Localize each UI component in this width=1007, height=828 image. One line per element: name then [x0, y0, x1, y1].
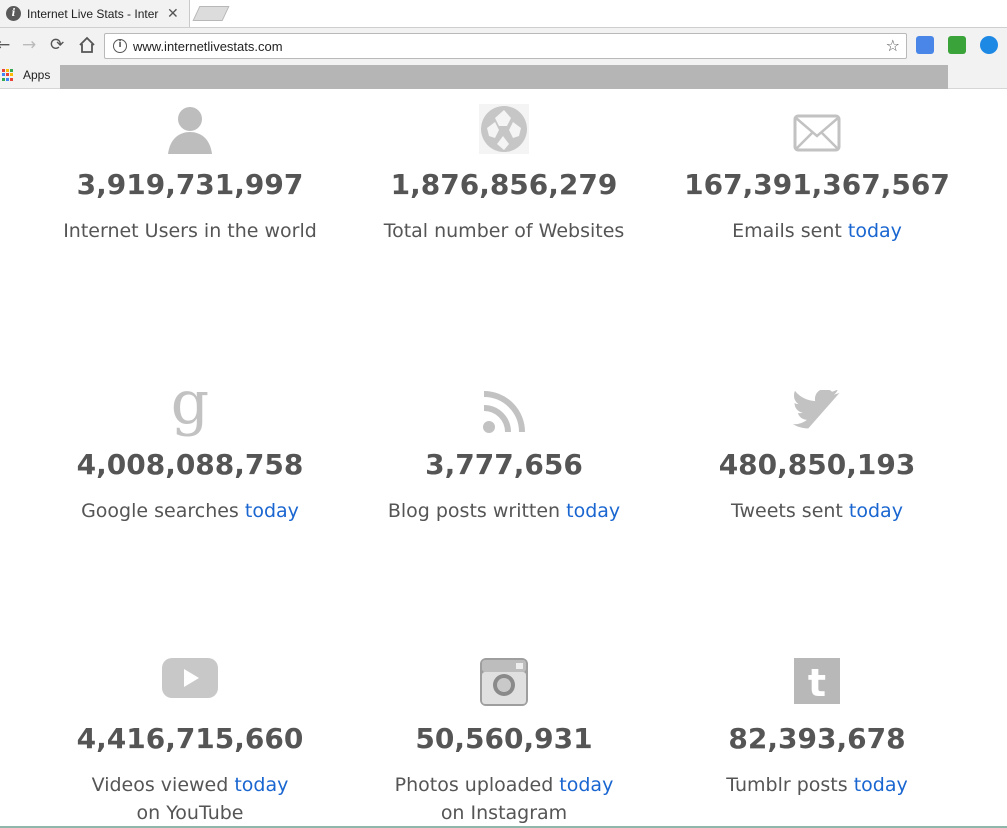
stat-internet-users: 3,919,731,997 Internet Users in the worl… — [33, 90, 347, 350]
stat-google-searches: g 4,008,088,758 Google searches today — [33, 370, 347, 610]
close-tab-icon[interactable]: ✕ — [167, 6, 179, 22]
stat-value: 4,008,088,758 — [76, 448, 304, 481]
stat-label-text: Photos uploaded — [394, 774, 560, 796]
stat-tumblr-posts: t 82,393,678 Tumblr posts today — [660, 644, 974, 828]
stat-label: Videos viewed today on YouTube — [33, 771, 347, 827]
headphones-extension-icon[interactable] — [948, 36, 966, 54]
address-bar[interactable]: i www.internetlivestats.com ☆ — [104, 33, 907, 59]
new-tab-button[interactable] — [192, 6, 230, 21]
rss-icon — [347, 390, 661, 434]
translate-extension-icon[interactable] — [916, 36, 934, 54]
stat-value: 1,876,856,279 — [390, 168, 618, 201]
stat-label-text: Emails sent — [732, 220, 848, 242]
today-link[interactable]: today — [234, 774, 288, 796]
stat-youtube-videos: 4,416,715,660 Videos viewed today on You… — [33, 644, 347, 828]
today-link[interactable]: today — [849, 500, 903, 522]
youtube-icon — [33, 658, 347, 698]
stat-label: Internet Users in the world — [33, 217, 347, 245]
bookmarks-bar: Apps — [0, 63, 1007, 89]
url-text[interactable]: www.internetlivestats.com — [133, 39, 283, 54]
extension-icon[interactable] — [980, 36, 998, 54]
today-link[interactable]: today — [559, 774, 613, 796]
site-favicon-icon: i — [6, 6, 21, 21]
stat-value: 167,391,367,567 — [684, 168, 950, 201]
browser-tab[interactable]: i Internet Live Stats - Intern ✕ — [0, 0, 190, 27]
stat-label-line2: on YouTube — [136, 802, 244, 824]
today-link[interactable]: today — [245, 500, 299, 522]
google-icon: g — [170, 368, 210, 438]
stat-value: 3,919,731,997 — [76, 168, 304, 201]
today-link[interactable]: today — [854, 774, 908, 796]
home-icon[interactable] — [78, 36, 96, 58]
stat-label: Tweets sent today — [660, 497, 974, 525]
stat-value: 82,393,678 — [728, 722, 906, 755]
stat-label: Blog posts written today — [347, 497, 661, 525]
stat-label-text: Videos viewed — [91, 774, 235, 796]
reload-icon[interactable]: ⟳ — [50, 35, 64, 55]
stat-value: 50,560,931 — [415, 722, 593, 755]
stat-label-line2: on Instagram — [440, 802, 568, 824]
today-link[interactable]: today — [848, 220, 902, 242]
tab-title: Internet Live Stats - Intern — [27, 6, 159, 21]
bookmark-star-icon[interactable]: ☆ — [886, 36, 900, 55]
instagram-icon — [347, 658, 661, 706]
site-info-icon[interactable]: i — [113, 39, 127, 53]
stat-label-text: Tumblr posts — [726, 774, 854, 796]
stat-label-text: Total number of Websites — [383, 220, 625, 242]
apps-grid-icon[interactable] — [2, 69, 13, 81]
tab-strip: i Internet Live Stats - Intern ✕ — [0, 0, 1007, 27]
forward-icon[interactable]: → — [22, 35, 36, 55]
back-icon[interactable]: ← — [0, 35, 10, 55]
stat-label-text: Tweets sent — [731, 500, 849, 522]
stat-value: 480,850,193 — [718, 448, 916, 481]
stat-label: Tumblr posts today — [660, 771, 974, 799]
stat-label-text: Internet Users in the world — [63, 220, 317, 242]
stat-label-text: Google searches — [81, 500, 245, 522]
email-icon — [660, 114, 974, 152]
globe-icon — [347, 104, 661, 154]
user-icon — [33, 104, 347, 154]
stat-value: 3,777,656 — [425, 448, 583, 481]
stat-tweets: 480,850,193 Tweets sent today — [660, 370, 974, 610]
stat-emails: 167,391,367,567 Emails sent today — [660, 90, 974, 350]
stat-blog-posts: 3,777,656 Blog posts written today — [347, 370, 661, 610]
svg-text:t: t — [808, 661, 826, 704]
twitter-icon — [660, 390, 974, 430]
stat-label: Photos uploaded today on Instagram — [347, 771, 661, 827]
stat-label: Emails sent today — [660, 217, 974, 245]
apps-bookmark[interactable]: Apps — [23, 68, 50, 82]
bookmark-items-redacted — [60, 65, 948, 89]
stat-value: 4,416,715,660 — [76, 722, 304, 755]
browser-toolbar: ← → ⟳ i www.internetlivestats.com ☆ — [0, 27, 1007, 63]
stat-label: Total number of Websites — [347, 217, 661, 245]
today-link[interactable]: today — [566, 500, 620, 522]
tumblr-icon: t — [660, 658, 974, 704]
stat-label: Google searches today — [33, 497, 347, 525]
stat-label-text: Blog posts written — [387, 500, 567, 522]
stat-instagram-photos: 50,560,931 Photos uploaded today on Inst… — [347, 644, 661, 828]
stat-websites: 1,876,856,279 Total number of Websites — [347, 90, 661, 350]
